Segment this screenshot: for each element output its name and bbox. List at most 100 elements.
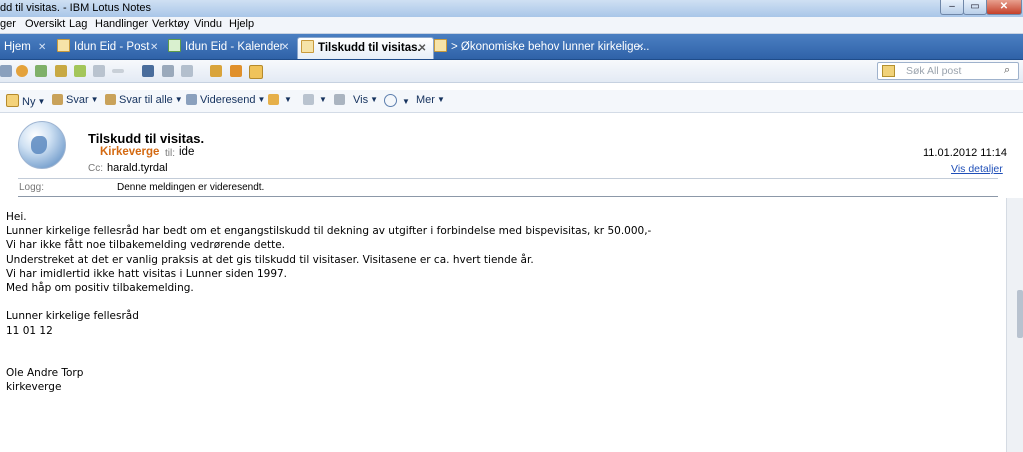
mail-icon [57, 39, 70, 52]
to-label: til: [165, 148, 175, 159]
maximize-button[interactable]: ▭ [963, 0, 987, 15]
show-details-link[interactable]: Vis detaljer [951, 163, 1003, 175]
menu-handlinger[interactable]: Handlinger [95, 18, 148, 30]
star-icon[interactable] [210, 65, 222, 77]
message-subject: Tilskudd til visitas. [88, 131, 205, 146]
reply-all-label: Svar til alle [119, 94, 173, 106]
menu-bar: ger Oversikt Lag Handlinger Verktøy Vind… [0, 17, 1023, 34]
forward-button[interactable]: Videresend ▼ [186, 94, 265, 106]
message-icon [434, 39, 447, 52]
window-icon[interactable] [249, 65, 263, 79]
view-button[interactable]: Vis ▼ [353, 94, 378, 106]
minimize-button[interactable]: ‒ [940, 0, 964, 15]
tag-icon[interactable] [35, 65, 47, 77]
tab-close-icon[interactable]: ✕ [281, 37, 289, 58]
chevron-down-icon: ▼ [436, 95, 445, 104]
tab-close-icon[interactable]: ✕ [636, 37, 644, 58]
chat-icon [384, 94, 397, 107]
tab-close-icon[interactable]: ✕ [150, 37, 158, 58]
window-title: dd til visitas. - IBM Lotus Notes [0, 2, 151, 14]
tab-close-icon[interactable]: ✕ [418, 38, 426, 59]
folder-button[interactable]: ▼ [268, 94, 292, 106]
log-label: Logg: [19, 182, 45, 193]
menu-hjelp[interactable]: Hjelp [229, 18, 254, 30]
menu-oversikt[interactable]: Oversikt [25, 18, 65, 30]
search-placeholder: Søk All post [906, 65, 962, 77]
edit-icon[interactable] [162, 65, 174, 77]
body-line: Hei. [6, 211, 27, 223]
body-line: Lunner kirkelige fellesråd har bedt om e… [6, 225, 652, 238]
body-line: Vi har imidlertid ikke hatt visitas i Lu… [6, 267, 288, 280]
attach-icon[interactable] [181, 65, 193, 77]
body-line: 11 01 12 [6, 324, 53, 337]
vertical-scrollbar[interactable] [1006, 198, 1023, 452]
title-bar: dd til visitas. - IBM Lotus Notes ‒ ▭ ✕ [0, 0, 1023, 18]
calendar-icon [168, 39, 181, 52]
body-line: Understreket at det er vanlig praksis at… [6, 253, 534, 266]
reply-all-icon [105, 94, 116, 105]
tab-label: > Økonomiske behov lunner kirkelige... [451, 41, 650, 53]
cc-label: Cc: [88, 163, 103, 174]
search-scope-icon[interactable] [882, 65, 895, 77]
cc-recipient[interactable]: harald.tyrdal [107, 162, 168, 174]
follow-up-button[interactable]: ▼ [303, 94, 327, 106]
message-body[interactable]: Hei. Lunner kirkelige fellesråd har bedt… [6, 210, 996, 394]
flag-icon [303, 94, 314, 105]
tab-mail[interactable]: Idun Eid - Post ✕ [57, 37, 163, 58]
refresh-icon[interactable] [0, 65, 12, 77]
menu-file[interactable]: ger [0, 18, 16, 30]
forward-icon [186, 94, 197, 105]
stop-icon[interactable] [16, 65, 28, 77]
menu-vindu[interactable]: Vindu [194, 18, 222, 30]
tab-label: Tilskudd til visitas. [318, 42, 421, 54]
reply-button[interactable]: Svar ▼ [52, 94, 99, 106]
chevron-down-icon: ▼ [174, 95, 183, 104]
label-icon[interactable] [55, 65, 67, 77]
avatar [18, 121, 66, 169]
globe-icon [31, 136, 47, 154]
message-icon [301, 40, 314, 53]
menu-verktoy[interactable]: Verktøy [152, 18, 189, 30]
body-line: Lunner kirkelige fellesråd [6, 310, 139, 323]
close-window-button[interactable]: ✕ [986, 0, 1022, 15]
tab-label: Idun Eid - Kalender [185, 41, 284, 53]
chevron-down-icon: ▼ [284, 95, 292, 104]
reply-icon [52, 94, 63, 105]
tab-close-icon[interactable]: ✕ [38, 37, 46, 58]
more-button[interactable]: Mer ▼ [416, 94, 445, 106]
link-icon[interactable] [112, 69, 124, 73]
icon-toolbar: Søk All post ⌕ [0, 60, 1023, 83]
delete-button[interactable] [334, 94, 348, 106]
tab-bar: Hjem ✕ Idun Eid - Post ✕ Idun Eid - Kale… [0, 34, 1023, 60]
move-icon[interactable] [93, 65, 105, 77]
new-label: Ny [22, 96, 36, 108]
message-date: 11.01.2012 11:14 [923, 147, 1008, 159]
search-input[interactable]: Søk All post ⌕ [877, 62, 1019, 80]
body-line: Med håp om positiv tilbakemelding. [6, 281, 194, 294]
log-text: Denne meldingen er videresendt. [117, 182, 265, 193]
chat-button[interactable]: ▼ [384, 94, 410, 108]
body-line: Vi har ikke fått noe tilbakemelding vedr… [6, 239, 285, 252]
search-icon[interactable]: ⌕ [1004, 64, 1010, 77]
tab-current-message[interactable]: Tilskudd til visitas. ✕ [297, 37, 434, 59]
tab-label: Hjem [4, 41, 31, 53]
body-line [6, 352, 996, 366]
briefcase-icon[interactable] [230, 65, 242, 77]
body-line [6, 295, 996, 309]
chevron-down-icon: ▼ [402, 97, 410, 106]
reply-all-button[interactable]: Svar til alle ▼ [105, 94, 183, 106]
tab-forwarded-message[interactable]: > Økonomiske behov lunner kirkelige... ✕ [434, 37, 650, 58]
menu-lag[interactable]: Lag [69, 18, 87, 30]
binoculars-icon[interactable] [142, 65, 154, 77]
tab-home[interactable]: Hjem ✕ [4, 37, 52, 58]
body-line: kirkeverge [6, 381, 62, 394]
chevron-down-icon: ▼ [370, 95, 379, 104]
to-recipient[interactable]: ide [179, 146, 194, 158]
scrollbar-thumb[interactable] [1017, 290, 1023, 338]
tab-calendar[interactable]: Idun Eid - Kalender ✕ [168, 37, 293, 58]
new-button[interactable]: Ny ▼ [6, 94, 45, 108]
forward-label: Videresend [200, 94, 256, 106]
sender-name[interactable]: Kirkeverge [100, 146, 159, 158]
tab-label: Idun Eid - Post [74, 41, 150, 53]
folder-up-icon[interactable] [74, 65, 86, 77]
